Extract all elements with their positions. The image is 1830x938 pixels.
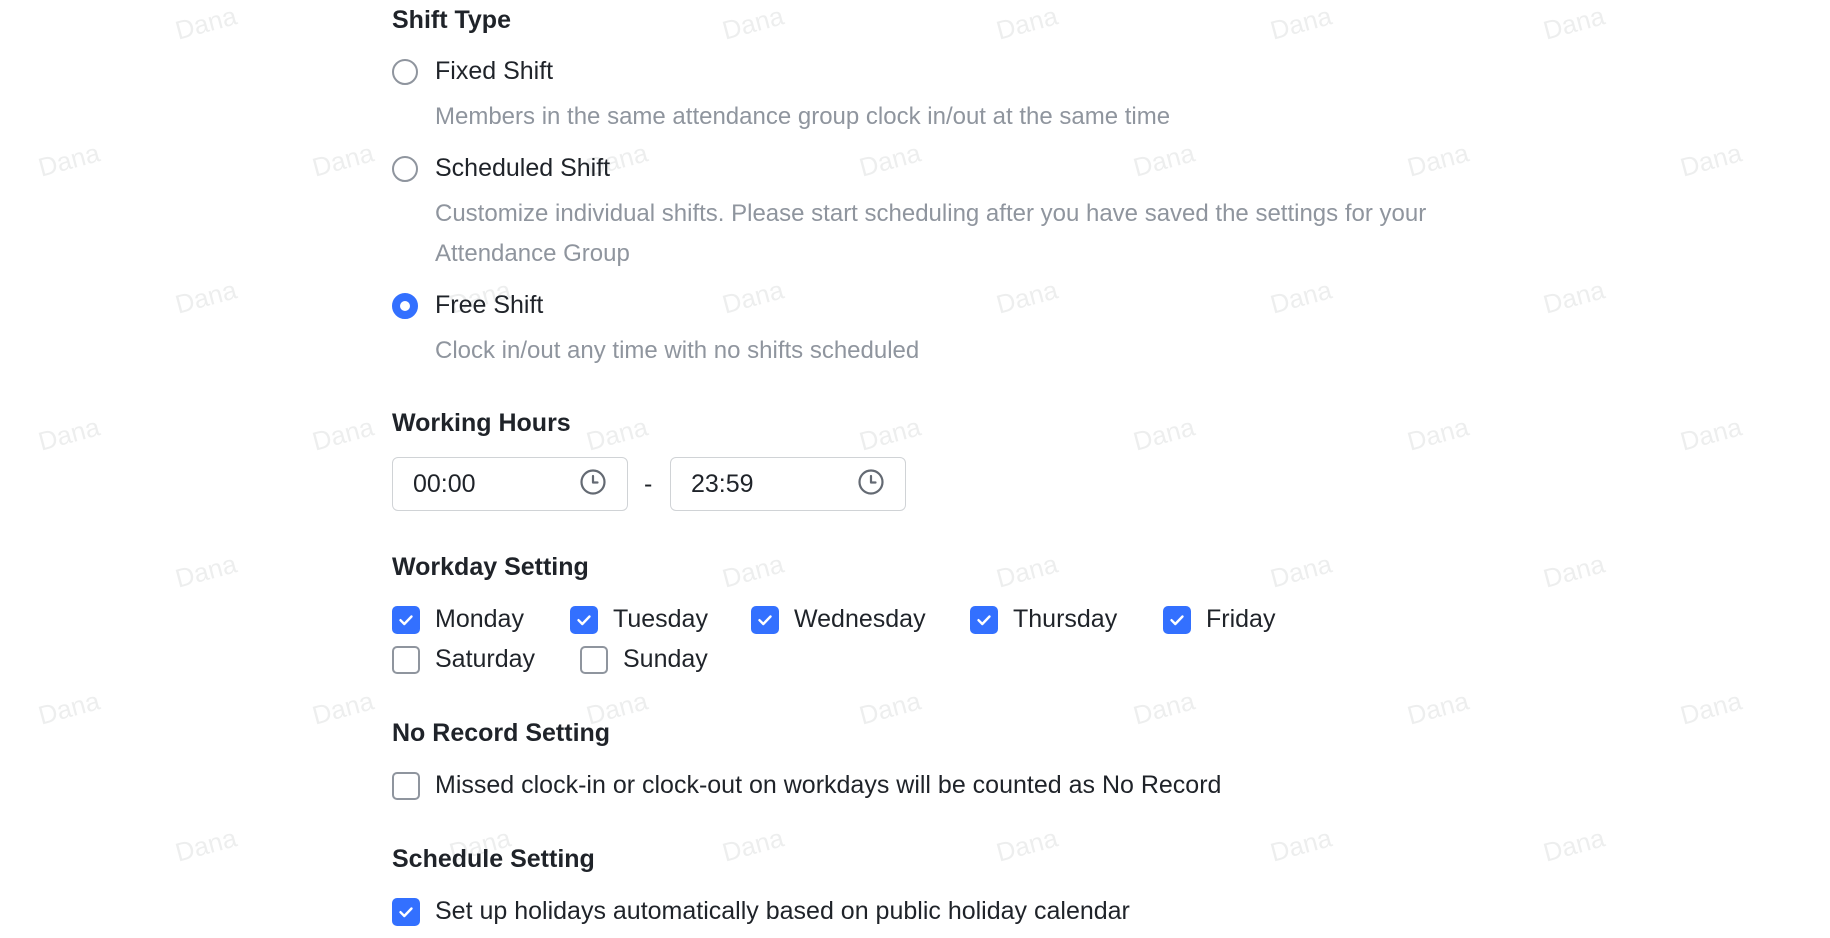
watermark: Dana — [1540, 0, 1608, 46]
start-time-value: 00:00 — [413, 469, 476, 498]
watermark: Dana — [172, 0, 240, 46]
watermark: Dana — [1267, 548, 1335, 594]
day-label: Tuesday — [613, 605, 708, 633]
no-record-setting-title: No Record Setting — [392, 719, 611, 747]
day-label: Friday — [1206, 605, 1276, 633]
watermark: Dana — [1677, 685, 1745, 731]
watermark: Dana — [1677, 411, 1745, 457]
workday-setting-title: Workday Setting — [392, 553, 589, 581]
radio-label: Free Shift — [435, 291, 544, 319]
radio-free-shift[interactable]: Free Shift — [392, 291, 543, 320]
working-hours-title: Working Hours — [392, 409, 571, 437]
free-shift-description: Clock in/out any time with no shifts sch… — [435, 337, 920, 364]
watermark: Dana — [1267, 274, 1335, 320]
watermark: Dana — [1540, 822, 1608, 868]
radio-button[interactable] — [392, 155, 418, 182]
watermark: Dana — [172, 274, 240, 320]
checkbox-box[interactable] — [392, 645, 420, 674]
watermark: Dana — [856, 685, 924, 731]
checkbox-thursday[interactable]: Thursday — [970, 605, 1117, 634]
check-icon[interactable] — [392, 605, 420, 634]
scheduled-shift-description: Customize individual shifts. Please star… — [435, 200, 1427, 267]
clock-icon — [579, 468, 607, 501]
radio-fixed-shift[interactable]: Fixed Shift — [392, 57, 553, 86]
watermark: Dana — [1130, 137, 1198, 183]
watermark: Dana — [35, 411, 103, 457]
day-label: Saturday — [435, 645, 536, 673]
radio-button-selected[interactable] — [392, 292, 418, 319]
day-label: Thursday — [1013, 605, 1118, 633]
checkbox-no-record[interactable]: Missed clock-in or clock-out on workdays… — [392, 771, 1221, 800]
check-icon[interactable] — [570, 605, 598, 634]
checkbox-box[interactable] — [392, 771, 420, 800]
no-record-label: Missed clock-in or clock-out on workdays… — [435, 771, 1222, 799]
end-time-picker[interactable]: 23:59 — [670, 457, 906, 511]
end-time-value: 23:59 — [691, 469, 754, 498]
check-icon[interactable] — [751, 605, 779, 634]
check-icon[interactable] — [392, 897, 420, 926]
day-label: Sunday — [623, 645, 708, 673]
checkbox-box[interactable] — [580, 645, 608, 674]
radio-scheduled-shift[interactable]: Scheduled Shift — [392, 154, 610, 183]
watermark: Dana — [1267, 822, 1335, 868]
attendance-settings-page: Dana Dana Dana Dana Dana Dana Dana Dana … — [0, 0, 1830, 938]
watermark: Dana — [1540, 274, 1608, 320]
radio-button[interactable] — [392, 58, 418, 85]
watermark: Dana — [719, 822, 787, 868]
check-icon[interactable] — [1163, 605, 1191, 634]
checkbox-saturday[interactable]: Saturday — [392, 645, 535, 674]
day-label: Monday — [435, 605, 524, 633]
watermark: Dana — [309, 137, 377, 183]
watermark: Dana — [1130, 685, 1198, 731]
watermark: Dana — [1677, 137, 1745, 183]
watermark: Dana — [856, 137, 924, 183]
start-time-picker[interactable]: 00:00 — [392, 457, 628, 511]
radio-label: Scheduled Shift — [435, 154, 611, 182]
checkbox-sunday[interactable]: Sunday — [580, 645, 708, 674]
watermark: Dana — [1404, 137, 1472, 183]
watermark: Dana — [35, 685, 103, 731]
watermark: Dana — [993, 0, 1061, 46]
watermark: Dana — [35, 137, 103, 183]
checkbox-monday[interactable]: Monday — [392, 605, 524, 634]
watermark: Dana — [719, 274, 787, 320]
watermark: Dana — [1404, 685, 1472, 731]
watermark: Dana — [1540, 548, 1608, 594]
watermark: Dana — [172, 548, 240, 594]
schedule-setting-title: Schedule Setting — [392, 845, 595, 873]
shift-type-title: Shift Type — [392, 6, 511, 34]
watermark: Dana — [309, 685, 377, 731]
watermark: Dana — [856, 411, 924, 457]
time-range-separator: - — [644, 470, 653, 498]
watermark: Dana — [1404, 411, 1472, 457]
checkbox-public-holidays[interactable]: Set up holidays automatically based on p… — [392, 897, 1130, 926]
watermark: Dana — [993, 548, 1061, 594]
watermark: Dana — [993, 822, 1061, 868]
clock-icon — [857, 468, 885, 501]
watermark: Dana — [993, 274, 1061, 320]
watermark: Dana — [1130, 411, 1198, 457]
check-icon[interactable] — [970, 605, 998, 634]
day-label: Wednesday — [794, 605, 926, 633]
public-holidays-label: Set up holidays automatically based on p… — [435, 897, 1130, 925]
checkbox-tuesday[interactable]: Tuesday — [570, 605, 708, 634]
watermark: Dana — [719, 548, 787, 594]
watermark: Dana — [309, 411, 377, 457]
checkbox-friday[interactable]: Friday — [1163, 605, 1275, 634]
watermark: Dana — [1267, 0, 1335, 46]
watermark: Dana — [172, 822, 240, 868]
watermark: Dana — [719, 0, 787, 46]
fixed-shift-description: Members in the same attendance group clo… — [435, 103, 1171, 130]
radio-label: Fixed Shift — [435, 57, 554, 85]
watermark: Dana — [583, 411, 651, 457]
checkbox-wednesday[interactable]: Wednesday — [751, 605, 926, 634]
